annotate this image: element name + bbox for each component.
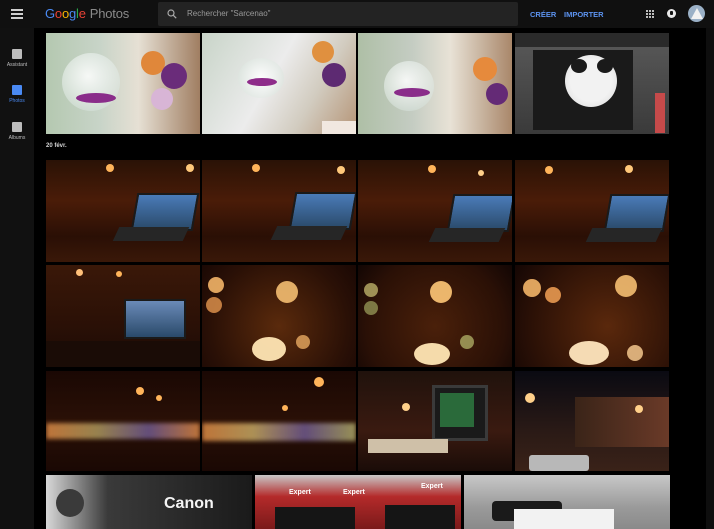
photo-thumbnail[interactable] <box>515 265 669 367</box>
photo-icon <box>12 85 22 95</box>
photo-thumbnail[interactable]: Expert Expert Expert <box>255 475 461 529</box>
import-button[interactable]: IMPORTER <box>564 10 604 19</box>
sidebar-item-assistant[interactable]: Assistant <box>0 49 34 75</box>
brand-label: Canon <box>164 495 214 512</box>
search-placeholder: Rechercher "Sarcenao" <box>187 9 271 18</box>
photo-thumbnail[interactable] <box>515 160 669 262</box>
photo-thumbnail[interactable] <box>358 160 512 262</box>
photo-thumbnail[interactable] <box>46 33 200 134</box>
sidebar-item-label: Assistant <box>6 62 28 68</box>
photo-thumbnail[interactable] <box>358 371 512 471</box>
brand-label: Expert <box>421 483 443 490</box>
sidebar-item-label: Photos <box>9 98 25 104</box>
photo-thumbnail[interactable] <box>515 33 669 134</box>
date-heading: 20 févr. <box>46 143 67 149</box>
photo-thumbnail[interactable] <box>202 265 356 367</box>
photo-thumbnail[interactable] <box>202 371 356 471</box>
google-photos-logo[interactable]: Google Photos <box>45 6 129 21</box>
photo-thumbnail[interactable] <box>358 265 512 367</box>
photo-thumbnail[interactable] <box>202 160 356 262</box>
top-bar: Google Photos Rechercher "Sarcenao" CRÉER… <box>0 0 714 28</box>
photo-thumbnail[interactable] <box>515 371 669 471</box>
sidebar-item-photos[interactable]: Photos <box>0 85 34 111</box>
sidebar-item-albums[interactable]: Albums <box>0 122 34 148</box>
brand-label: Expert <box>343 489 365 496</box>
avatar[interactable] <box>688 5 705 22</box>
search-input[interactable]: Rechercher "Sarcenao" <box>158 2 518 26</box>
photo-thumbnail[interactable] <box>464 475 670 529</box>
apps-grid-icon[interactable] <box>646 10 654 18</box>
create-button[interactable]: CRÉER <box>530 10 556 19</box>
scrollbar[interactable] <box>706 28 714 529</box>
photo-thumbnail[interactable] <box>202 33 356 134</box>
photo-thumbnail[interactable] <box>46 160 200 262</box>
brand-label: Expert <box>289 489 311 496</box>
plus-box-icon <box>12 49 22 59</box>
photo-thumbnail[interactable]: Canon <box>46 475 252 529</box>
photo-thumbnail[interactable] <box>46 371 200 471</box>
menu-icon[interactable] <box>11 9 23 19</box>
sidebar-item-label: Albums <box>8 135 26 141</box>
albums-icon <box>12 122 22 132</box>
search-icon <box>167 9 177 19</box>
photo-thumbnail[interactable] <box>46 265 200 367</box>
sidebar: Assistant Photos Albums <box>0 28 34 529</box>
notifications-icon[interactable] <box>667 9 676 18</box>
product-name: Photos <box>89 6 130 21</box>
photo-thumbnail[interactable] <box>358 33 512 134</box>
